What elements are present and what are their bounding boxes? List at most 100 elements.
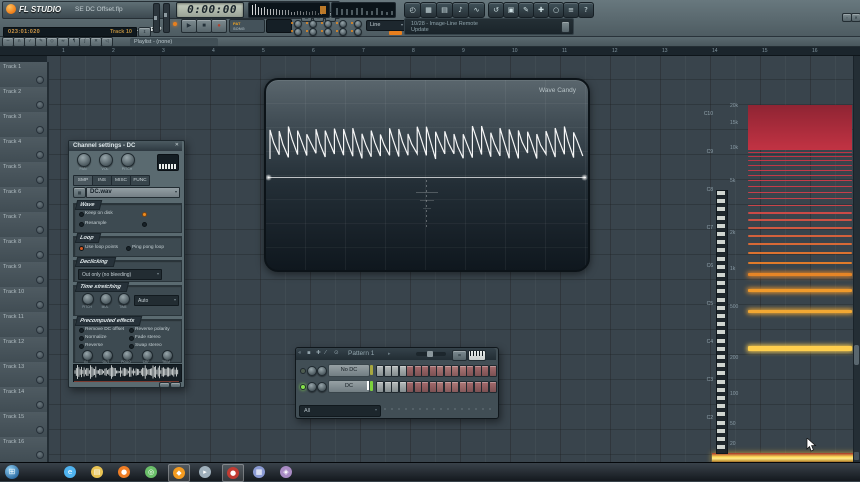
- bar-number[interactable]: 6: [312, 48, 315, 54]
- track-row[interactable]: Track 15: [0, 412, 49, 438]
- channel-knob-pan[interactable]: [77, 153, 91, 167]
- step-3[interactable]: [391, 364, 400, 377]
- playlist-timeline[interactable]: 1 2 3 4 5 6 7 8 9 10 11 12 13 14 15 16: [0, 47, 860, 56]
- seq-title-icon-2[interactable]: ✚: [316, 350, 321, 356]
- track-row[interactable]: Track 4: [0, 137, 49, 163]
- stretch-knob-pitch[interactable]: [82, 293, 94, 305]
- wave-candy-scope-window[interactable]: Wave Candy: [264, 78, 590, 272]
- track-row[interactable]: Track 6: [0, 187, 49, 213]
- taskbar-fl-studio[interactable]: ◆: [168, 464, 190, 482]
- option-led[interactable]: [79, 246, 84, 251]
- plugin-icon[interactable]: ▣: [503, 2, 519, 18]
- declicking-dropdown[interactable]: Out only (no bleeding) ▾: [78, 269, 162, 280]
- graph-editor-button[interactable]: ⌗: [452, 349, 467, 361]
- sequencer-titlebar[interactable]: « ▪ ✚ ⁄ ⊙ Pattern 1 ▸ ⌗: [296, 348, 496, 361]
- track-knob[interactable]: [36, 301, 44, 309]
- play-button[interactable]: ▶: [181, 19, 197, 33]
- step-15[interactable]: [481, 380, 490, 393]
- track-row[interactable]: Track 2: [0, 87, 49, 113]
- option-led[interactable]: [79, 336, 84, 341]
- help-icon[interactable]: ?: [578, 2, 594, 18]
- step-sequencer-window[interactable]: « ▪ ✚ ⁄ ⊙ Pattern 1 ▸ ⌗ No DC DC All ▾: [295, 347, 499, 419]
- track-row[interactable]: Track 14: [0, 387, 49, 413]
- track-knob[interactable]: [36, 76, 44, 84]
- track-knob[interactable]: [36, 376, 44, 384]
- tab-smp[interactable]: SMP: [73, 175, 93, 186]
- bar-number[interactable]: 5: [262, 48, 265, 54]
- hint-action-button[interactable]: [561, 21, 570, 33]
- master-knob[interactable]: [339, 20, 347, 28]
- taskbar-player-red[interactable]: ●: [222, 464, 244, 482]
- step-5[interactable]: [406, 380, 415, 393]
- mute-led[interactable]: [300, 384, 306, 390]
- tab-ins[interactable]: INS: [92, 175, 112, 186]
- step-11[interactable]: [451, 364, 460, 377]
- step-9[interactable]: [436, 364, 445, 377]
- seq-title-icon-3[interactable]: ⁄: [325, 350, 326, 356]
- track-knob[interactable]: [36, 251, 44, 259]
- tempo-panel-icon[interactable]: ◴: [404, 2, 421, 18]
- master-knob[interactable]: [339, 28, 347, 36]
- track-row[interactable]: Track 10: [0, 287, 49, 313]
- seq-title-icon-4[interactable]: ⊙: [334, 350, 339, 356]
- step-1[interactable]: [376, 380, 385, 393]
- bar-number[interactable]: 4: [212, 48, 215, 54]
- master-knob[interactable]: [309, 28, 317, 36]
- sample-file-selector[interactable]: DC.wav ▾: [86, 187, 180, 198]
- step-5[interactable]: [406, 364, 415, 377]
- option-led[interactable]: [79, 344, 84, 349]
- track-knob[interactable]: [36, 276, 44, 284]
- tab-misc[interactable]: MISC: [111, 175, 131, 186]
- option-label[interactable]: Reverse: [85, 343, 103, 348]
- mute-led[interactable]: [300, 368, 306, 374]
- step-7[interactable]: [421, 380, 430, 393]
- smart-disable-button[interactable]: [389, 31, 402, 35]
- track-row[interactable]: Track 11: [0, 312, 49, 338]
- bar-number[interactable]: 11: [562, 48, 567, 54]
- track-knob[interactable]: [36, 176, 44, 184]
- playlist-scrollbar[interactable]: [853, 55, 860, 462]
- step-11[interactable]: [451, 380, 460, 393]
- option-label[interactable]: Keep on disk: [85, 211, 113, 216]
- scrollbar-handle[interactable]: [854, 345, 859, 365]
- tools-icon[interactable]: ✚: [533, 2, 549, 18]
- taskbar-office[interactable]: ▦: [249, 464, 269, 480]
- step-13[interactable]: [466, 380, 475, 393]
- snap-selector[interactable]: Line ▾: [366, 20, 406, 31]
- record-button[interactable]: ●: [211, 19, 227, 33]
- bar-number[interactable]: 8: [412, 48, 415, 54]
- option-label[interactable]: Reverse polarity: [135, 327, 170, 332]
- master-knob[interactable]: [324, 28, 332, 36]
- edit-tool-9[interactable]: ◁: [101, 37, 113, 47]
- pan-knob[interactable]: [307, 366, 317, 376]
- scope-panel-icon[interactable]: ∿: [468, 2, 485, 18]
- channel-settings-titlebar[interactable]: Channel settings - DC ✕: [69, 141, 182, 151]
- stretch-knob-mul[interactable]: [100, 293, 112, 305]
- slider-handle[interactable]: [164, 13, 167, 17]
- track-row[interactable]: Track 9: [0, 262, 49, 288]
- swing-handle[interactable]: [427, 351, 433, 357]
- track-row[interactable]: Track 1: [0, 62, 49, 88]
- bar-number[interactable]: 2: [112, 48, 115, 54]
- master-knob[interactable]: [324, 20, 332, 28]
- step-1[interactable]: [376, 364, 385, 377]
- close-icon[interactable]: ✕: [175, 142, 179, 148]
- step-3[interactable]: [391, 380, 400, 393]
- volume-slider[interactable]: [163, 3, 170, 33]
- option-led[interactable]: [129, 344, 134, 349]
- option-label[interactable]: Use loop points: [85, 245, 118, 250]
- taskbar-gimp[interactable]: ◈: [276, 464, 296, 480]
- notes-icon[interactable]: ≡: [563, 2, 579, 18]
- taskbar-chrome[interactable]: ◎: [141, 464, 161, 480]
- track-knob[interactable]: [36, 101, 44, 109]
- shuffle-slider[interactable]: [153, 3, 160, 33]
- slider-handle[interactable]: [154, 16, 157, 20]
- bar-number[interactable]: 10: [512, 48, 518, 54]
- track-knob[interactable]: [36, 426, 44, 434]
- track-knob[interactable]: [36, 201, 44, 209]
- bar-number[interactable]: 15: [762, 48, 768, 54]
- master-knob[interactable]: [354, 20, 362, 28]
- browser-panel-icon[interactable]: ♪: [452, 2, 469, 18]
- track-knob[interactable]: [36, 401, 44, 409]
- option-label[interactable]: Fade stereo: [135, 335, 161, 340]
